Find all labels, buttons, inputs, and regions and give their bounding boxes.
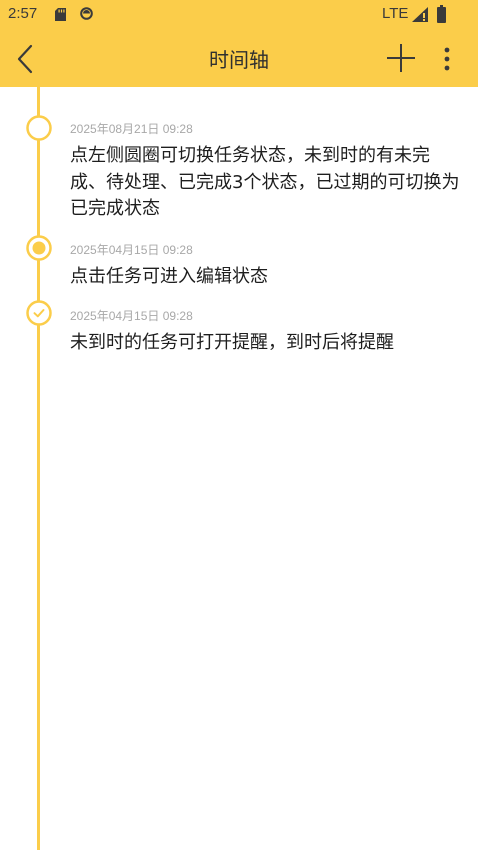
empty-circle-icon[interactable] xyxy=(26,115,52,141)
task-text[interactable]: 点击任务可进入编辑状态 xyxy=(70,264,462,291)
task-text[interactable]: 点左侧圆圈可切换任务状态，未到时的有未完成、待处理、已完成3个状态，已过期的可切… xyxy=(70,143,462,223)
status-bar: 2:57 LTE xyxy=(0,0,478,30)
task-date: 2025年04月15日 09:28 xyxy=(70,243,193,257)
status-time: 2:57 xyxy=(8,5,38,22)
sd-card-icon xyxy=(55,8,66,21)
filled-dot-circle-icon[interactable] xyxy=(26,235,52,261)
battery-icon xyxy=(437,5,446,23)
sync-icon xyxy=(80,7,93,20)
timeline-line xyxy=(37,87,40,850)
check-circle-icon[interactable] xyxy=(26,300,52,326)
app-bar: 时间轴 xyxy=(0,30,478,87)
task-date: 2025年08月21日 09:28 xyxy=(70,122,193,136)
plus-icon[interactable] xyxy=(384,40,418,76)
more-vertical-icon[interactable] xyxy=(436,42,458,76)
signal-icon xyxy=(412,7,428,22)
network-type: LTE xyxy=(382,5,409,22)
task-date: 2025年04月15日 09:28 xyxy=(70,309,193,323)
task-text[interactable]: 未到时的任务可打开提醒，到时后将提醒 xyxy=(70,330,462,357)
